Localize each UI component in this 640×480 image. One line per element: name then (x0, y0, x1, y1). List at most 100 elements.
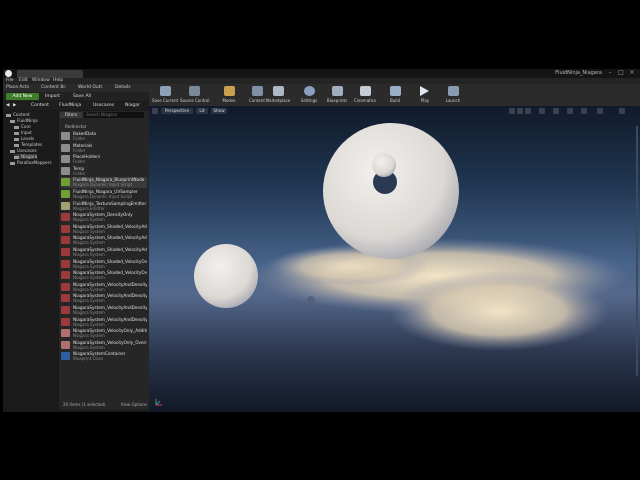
tree-item[interactable]: ParallaxMappers (10, 160, 52, 165)
back-icon[interactable]: ◀ (6, 103, 9, 108)
asset-item[interactable]: NiagaraSystem_VelocityAndDensity_Velocit… (61, 293, 147, 304)
maximize-viewport-icon[interactable] (619, 108, 625, 114)
asset-item[interactable]: FluidNinja_Niagara_UVSampler Niagara Dyna… (61, 189, 147, 200)
save-all-button[interactable]: Save All (73, 93, 91, 100)
asset-item[interactable]: NiagaraSystem_VelocityOnly_Additive Niaga… (61, 328, 147, 339)
tree-item[interactable]: Templates (14, 142, 42, 147)
asset-item[interactable]: NiagaraSystem_VelocityAndDensity_Velocit… (61, 282, 147, 293)
save-icon (160, 86, 171, 96)
lit-button[interactable]: Lit (196, 108, 208, 114)
project-title: FluidNinja_Niagara (555, 70, 602, 76)
menu-window[interactable]: Window (32, 78, 50, 83)
asset-item[interactable]: FluidNinja_Niagara_BlueprintNode Niagara … (61, 177, 147, 189)
asset-type: Folder (73, 159, 86, 165)
tree-item[interactable]: FluidNinja (10, 118, 38, 123)
marketplace-button[interactable]: Marketplace (264, 85, 292, 105)
forward-icon[interactable]: ▶ (13, 103, 16, 108)
rotate-icon[interactable] (517, 108, 523, 114)
close-icon[interactable]: × (628, 70, 636, 76)
marketplace-icon (273, 86, 284, 96)
asset-thumbnail-icon (61, 224, 70, 233)
camera-speed-icon[interactable] (597, 108, 603, 114)
viewport-options-icon[interactable] (152, 108, 158, 114)
menu-help[interactable]: Help (53, 78, 63, 83)
particle-emitter[interactable] (307, 296, 315, 304)
import-button[interactable]: Import (45, 93, 60, 100)
tab-world-outliner[interactable]: World Outl. (78, 85, 103, 90)
view-options-button[interactable]: View Options (121, 402, 147, 407)
blueprints-button[interactable]: Blueprints (323, 85, 351, 105)
play-button[interactable]: Play (411, 85, 439, 105)
medium-sphere[interactable] (194, 244, 258, 308)
world-local-icon[interactable] (539, 108, 545, 114)
asset-item[interactable]: NiagaraSystem_Shaded_VelocityOverride_SC… (61, 270, 147, 281)
asset-item[interactable]: NiagaraSystemContainer Blueprint Class (61, 351, 147, 362)
asset-item[interactable]: NiagaraSystem_VelocityAndDensity_Velocit… (61, 305, 147, 316)
breadcrumb: ◀ ▶ Content FluidNinja Usecases Niagar (3, 102, 149, 110)
tree-item-label: Core (21, 124, 31, 129)
asset-item[interactable]: FluidNinja_TextureSamplingEmitter Niagara… (61, 201, 147, 212)
tree-item[interactable]: Levels (14, 136, 34, 141)
add-new-button[interactable]: Add New (6, 93, 39, 100)
breadcrumb-fluidninja[interactable]: FluidNinja (59, 103, 81, 108)
grid-snap-icon[interactable] (553, 108, 559, 114)
tab-place-actors[interactable]: Place Acts (6, 85, 29, 90)
tree-item[interactable]: Usecases (10, 148, 37, 153)
launch-button[interactable]: Launch (439, 85, 467, 105)
rotation-snap-icon[interactable] (567, 108, 573, 114)
asset-item[interactable]: PlaceHolders Folder (61, 154, 147, 165)
maximize-icon[interactable]: □ (617, 70, 625, 76)
asset-item[interactable]: NiagaraSystem_Shaded_VelocityAdditive_MI… (61, 247, 147, 258)
tree-item[interactable]: Niagara (14, 154, 38, 159)
source-control-icon (189, 86, 200, 96)
modes-button[interactable]: Modes (215, 85, 243, 105)
asset-item[interactable]: NiagaraSystem_VelocityAndDensity_Velocit… (61, 317, 147, 328)
scale-snap-icon[interactable] (581, 108, 587, 114)
save-current-button[interactable]: Save Current (151, 85, 179, 105)
asset-item[interactable]: NiagaraSystem_Shaded_VelocityAdditiveNia… (61, 224, 147, 235)
asset-type: Niagara System (73, 298, 105, 304)
menu-file[interactable]: File (6, 78, 14, 83)
menu-edit[interactable]: Edit (19, 78, 28, 83)
asset-item[interactable]: NiagaraSystem_Shaded_VelocityAdditive_MI… (61, 235, 147, 246)
gear-icon (304, 86, 315, 96)
breadcrumb-niagara[interactable]: Niagar (125, 103, 140, 108)
source-control-button[interactable]: Source Control (180, 85, 209, 105)
folder-icon (10, 161, 15, 165)
asset-view: Filters Redirector BakedDataFolderMateri… (59, 111, 149, 410)
tab-content-browser[interactable]: Content Br. (41, 85, 66, 90)
asset-item[interactable]: NiagaraSystem_DensityOnly Niagara System (61, 212, 147, 223)
tab-details[interactable]: Details (115, 85, 131, 90)
asset-item[interactable]: NiagaraSystem_Shaded_VelocityOverrideNia… (61, 259, 147, 270)
settings-button[interactable]: Settings (295, 85, 323, 105)
small-sphere[interactable] (372, 153, 396, 177)
asset-item[interactable]: NiagaraSystem_VelocityOnly_Override Niaga… (61, 340, 147, 351)
filters-button[interactable]: Filters (60, 112, 82, 118)
asset-item[interactable]: Materials Folder (61, 143, 147, 154)
perspective-button[interactable]: Perspective (161, 108, 193, 114)
level-viewport[interactable]: Perspective Lit Show (149, 106, 640, 412)
asset-thumbnail-icon (61, 213, 70, 222)
tree-item[interactable]: Content (6, 112, 30, 117)
asset-thumbnail-icon (61, 190, 70, 198)
asset-item[interactable]: BakedData Folder (61, 131, 147, 142)
show-button[interactable]: Show (211, 108, 227, 114)
folder-icon (14, 137, 19, 141)
breadcrumb-content[interactable]: Content (31, 103, 49, 108)
tree-item[interactable]: Input (14, 130, 32, 135)
axis-gizmo-icon (155, 399, 162, 406)
folder-icon (14, 143, 19, 147)
asset-type: Niagara System (73, 344, 105, 350)
level-tab[interactable] (17, 70, 83, 78)
breadcrumb-usecases[interactable]: Usecases (93, 103, 114, 108)
tree-item[interactable]: Core (14, 124, 31, 129)
asset-item[interactable]: Temp Folder (61, 166, 147, 177)
scale-icon[interactable] (525, 108, 531, 114)
minimize-icon[interactable]: – (606, 70, 614, 76)
translate-icon[interactable] (509, 108, 515, 114)
build-button[interactable]: Build (381, 85, 409, 105)
search-input[interactable] (84, 112, 144, 118)
viewport-scrollbar[interactable] (636, 126, 638, 376)
asset-type: Folder (73, 170, 86, 176)
cinematics-button[interactable]: Cinematics (351, 85, 379, 105)
